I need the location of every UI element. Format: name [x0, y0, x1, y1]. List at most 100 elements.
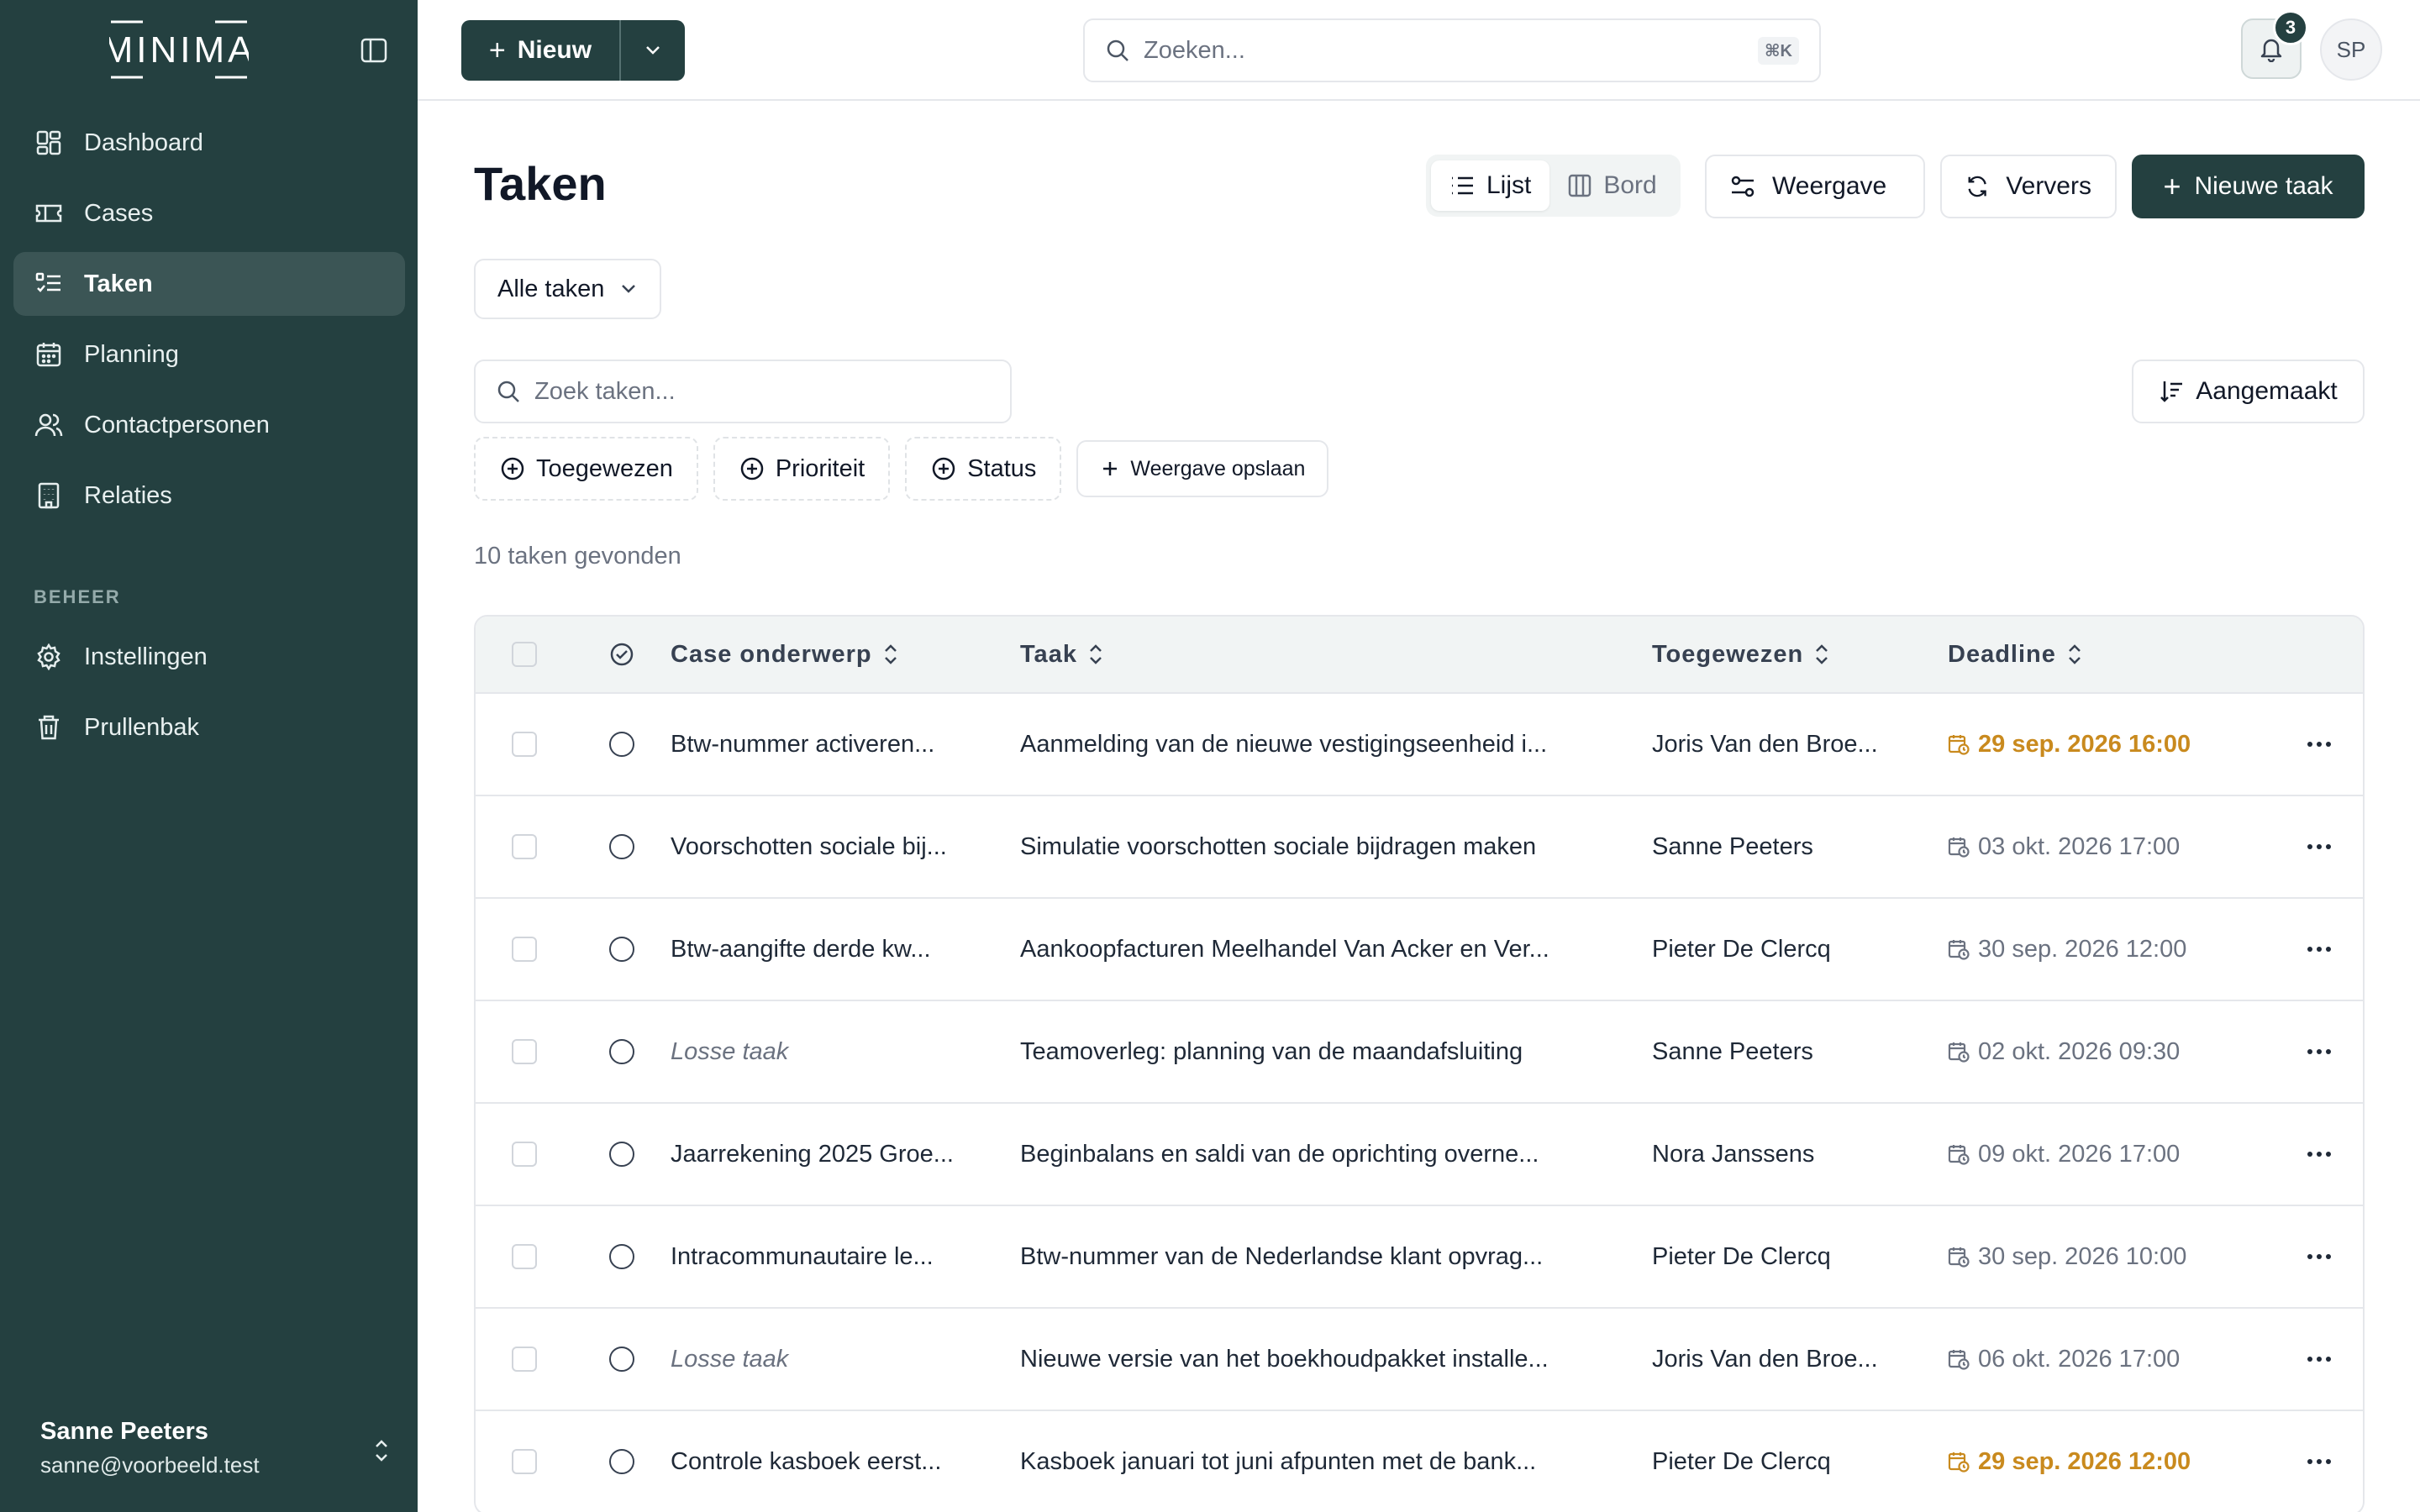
new-button-group: + Nieuw [461, 20, 685, 81]
sidebar-item-dashboard[interactable]: Dashboard [13, 111, 405, 175]
column-header-deadline[interactable]: Deadline [1948, 641, 2275, 669]
more-horizontal-icon[interactable] [2307, 1151, 2332, 1158]
more-horizontal-icon[interactable] [2307, 1356, 2332, 1362]
user-email: sanne@voorbeeld.test [40, 1452, 260, 1478]
task-title[interactable]: Nieuwe versie van het boekhoudpakket ins… [1020, 1346, 1652, 1373]
more-horizontal-icon[interactable] [2307, 843, 2332, 850]
view-list-button[interactable]: Lijst [1431, 160, 1550, 211]
plus-icon: + [488, 34, 506, 66]
select-all-checkbox[interactable] [512, 642, 537, 667]
new-task-button[interactable]: + Nieuwe taak [2132, 155, 2365, 218]
table-row[interactable]: Losse taak Nieuwe versie van het boekhoud… [476, 1309, 2363, 1411]
row-checkbox[interactable] [512, 1347, 537, 1372]
global-search-input[interactable] [1144, 36, 1732, 65]
row-checkbox[interactable] [512, 732, 537, 757]
sidebar-item-taken[interactable]: Taken [13, 252, 405, 316]
deadline-text: 29 sep. 2026 12:00 [1978, 1447, 2191, 1475]
view-settings-button[interactable]: Weergave [1705, 155, 1925, 218]
save-view-button[interactable]: Weergave opslaan [1076, 440, 1329, 497]
task-title[interactable]: Beginbalans en saldi van de oprichting o… [1020, 1141, 1652, 1168]
filter-chip-status[interactable]: Status [905, 437, 1062, 501]
task-title[interactable]: Aankoopfacturen Meelhandel Van Acker en … [1020, 936, 1652, 963]
table-row[interactable]: Btw-aangifte derde kw... Aankoopfacturen … [476, 899, 2363, 1001]
table-row[interactable]: Controle kasboek eerst... Kasboek januari… [476, 1411, 2363, 1512]
filter-chip-priority[interactable]: Prioriteit [713, 437, 891, 501]
sidebar-item-cases[interactable]: Cases [13, 181, 405, 245]
more-horizontal-icon[interactable] [2307, 946, 2332, 953]
task-title[interactable]: Kasboek januari tot juni afpunten met de… [1020, 1448, 1652, 1476]
case-subject[interactable]: Controle kasboek eerst... [671, 1448, 1020, 1476]
case-subject[interactable]: Btw-aangifte derde kw... [671, 936, 1020, 963]
user-menu[interactable]: Sanne Peeters sanne@voorbeeld.test [40, 1418, 393, 1478]
more-horizontal-icon[interactable] [2307, 1048, 2332, 1055]
more-horizontal-icon[interactable] [2307, 1253, 2332, 1260]
sidebar-toggle-icon[interactable] [360, 37, 388, 64]
row-status-cell [573, 1142, 671, 1167]
view-board-button[interactable]: Bord [1549, 160, 1675, 211]
task-filter-select[interactable]: Alle taken [474, 259, 662, 319]
complete-task-toggle[interactable] [609, 1449, 634, 1474]
complete-task-toggle[interactable] [609, 937, 634, 962]
complete-task-toggle[interactable] [609, 1039, 634, 1064]
table-row[interactable]: Intracommunautaire le... Btw-nummer van d… [476, 1206, 2363, 1309]
task-search-input[interactable] [534, 377, 1005, 406]
complete-task-toggle[interactable] [609, 1347, 634, 1372]
notifications-button[interactable]: 3 [2241, 10, 2308, 79]
global-search[interactable]: ⌘K [1083, 18, 1821, 82]
deadline-text: 03 okt. 2026 17:00 [1978, 832, 2181, 860]
filter-chip-assigned[interactable]: Toegewezen [474, 437, 698, 501]
sort-button[interactable]: Aangemaakt [2132, 360, 2365, 423]
complete-task-toggle[interactable] [609, 1244, 634, 1269]
table-row[interactable]: Losse taak Teamoverleg: planning van de m… [476, 1001, 2363, 1104]
task-title[interactable]: Btw-nummer van de Nederlandse klant opvr… [1020, 1243, 1652, 1271]
row-checkbox[interactable] [512, 1449, 537, 1474]
table-row[interactable]: Voorschotten sociale bij... Simulatie voo… [476, 796, 2363, 899]
building-icon [34, 480, 64, 511]
sort-updown-icon [884, 644, 897, 664]
complete-task-toggle[interactable] [609, 1142, 634, 1167]
task-title[interactable]: Teamoverleg: planning van de maandafslui… [1020, 1038, 1652, 1066]
column-header-task[interactable]: Taak [1020, 641, 1652, 669]
row-actions-cell [2275, 1458, 2363, 1465]
row-checkbox[interactable] [512, 1142, 537, 1167]
new-dropdown-button[interactable] [621, 20, 685, 81]
task-title[interactable]: Aanmelding van de nieuwe vestigingseenhe… [1020, 731, 1652, 759]
avatar[interactable]: SP [2320, 18, 2382, 81]
more-horizontal-icon[interactable] [2307, 1458, 2332, 1465]
column-header-case[interactable]: Case onderwerp [671, 641, 1020, 669]
row-checkbox[interactable] [512, 937, 537, 962]
plus-circle-icon [501, 457, 524, 480]
sidebar-item-instellingen[interactable]: Instellingen [13, 625, 405, 689]
row-select-cell [476, 1039, 573, 1064]
more-horizontal-icon[interactable] [2307, 741, 2332, 748]
complete-task-toggle[interactable] [609, 834, 634, 859]
main-content: Taken Lijst Bord Weergave Ververs + Nieu… [418, 101, 2420, 1512]
case-subject[interactable]: Losse taak [671, 1038, 1020, 1066]
tasks-table: Case onderwerp Taak Toegewezen Deadline … [474, 615, 2365, 1512]
new-button[interactable]: + Nieuw [461, 20, 621, 81]
sidebar-item-planning[interactable]: Planning [13, 323, 405, 386]
table-row[interactable]: Btw-nummer activeren... Aanmelding van de… [476, 694, 2363, 796]
task-search[interactable] [474, 360, 1012, 423]
sidebar-item-relaties[interactable]: Relaties [13, 464, 405, 528]
row-checkbox[interactable] [512, 1039, 537, 1064]
sidebar-item-prullenbak[interactable]: Prullenbak [13, 696, 405, 759]
board-icon [1569, 174, 1591, 197]
sort-updown-icon [1816, 644, 1828, 664]
case-subject[interactable]: Voorschotten sociale bij... [671, 833, 1020, 861]
column-header-assignee[interactable]: Toegewezen [1652, 641, 1948, 669]
case-subject[interactable]: Losse taak [671, 1346, 1020, 1373]
row-select-cell [476, 732, 573, 757]
sidebar-item-label: Taken [84, 270, 153, 297]
sidebar-item-contactpersonen[interactable]: Contactpersonen [13, 393, 405, 457]
case-subject[interactable]: Btw-nummer activeren... [671, 731, 1020, 759]
table-row[interactable]: Jaarrekening 2025 Groe... Beginbalans en … [476, 1104, 2363, 1206]
row-checkbox[interactable] [512, 834, 537, 859]
case-subject[interactable]: Intracommunautaire le... [671, 1243, 1020, 1271]
case-subject[interactable]: Jaarrekening 2025 Groe... [671, 1141, 1020, 1168]
refresh-button[interactable]: Ververs [1940, 155, 2117, 218]
logo[interactable]: MINIMA [109, 20, 249, 79]
task-title[interactable]: Simulatie voorschotten sociale bijdragen… [1020, 833, 1652, 861]
row-checkbox[interactable] [512, 1244, 537, 1269]
complete-task-toggle[interactable] [609, 732, 634, 757]
